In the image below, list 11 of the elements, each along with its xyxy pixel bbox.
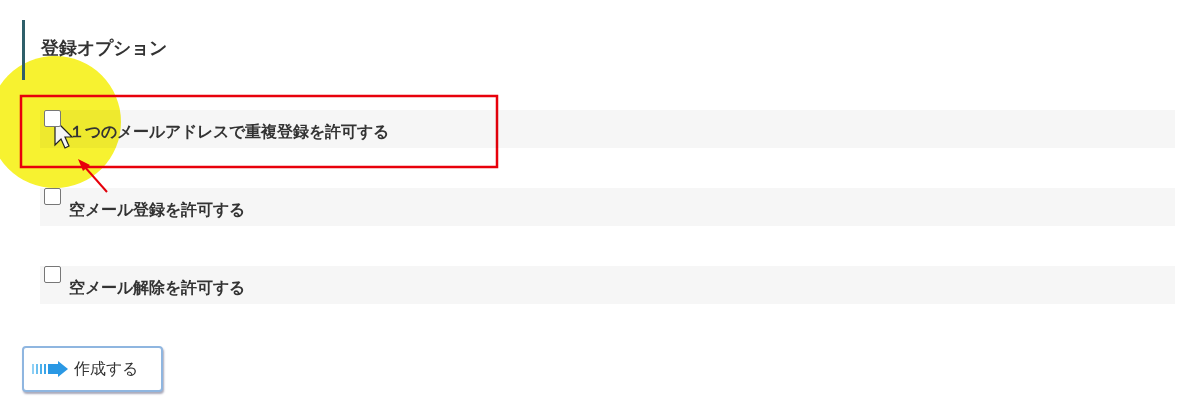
option-label: 空メール登録を許可する [69, 200, 245, 220]
annotation-arrow [78, 159, 108, 193]
section-title: 登録オプション [22, 20, 341, 80]
checkbox[interactable] [44, 188, 61, 205]
checkbox[interactable] [44, 266, 61, 283]
checkbox[interactable] [44, 110, 61, 127]
option-row[interactable]: 空メール解除を許可する [40, 266, 1175, 304]
option-row[interactable]: 空メール登録を許可する [40, 188, 1175, 226]
create-button[interactable]: 作成する [22, 346, 163, 392]
arrow-icon [30, 361, 70, 377]
option-label: 空メール解除を許可する [69, 278, 245, 298]
